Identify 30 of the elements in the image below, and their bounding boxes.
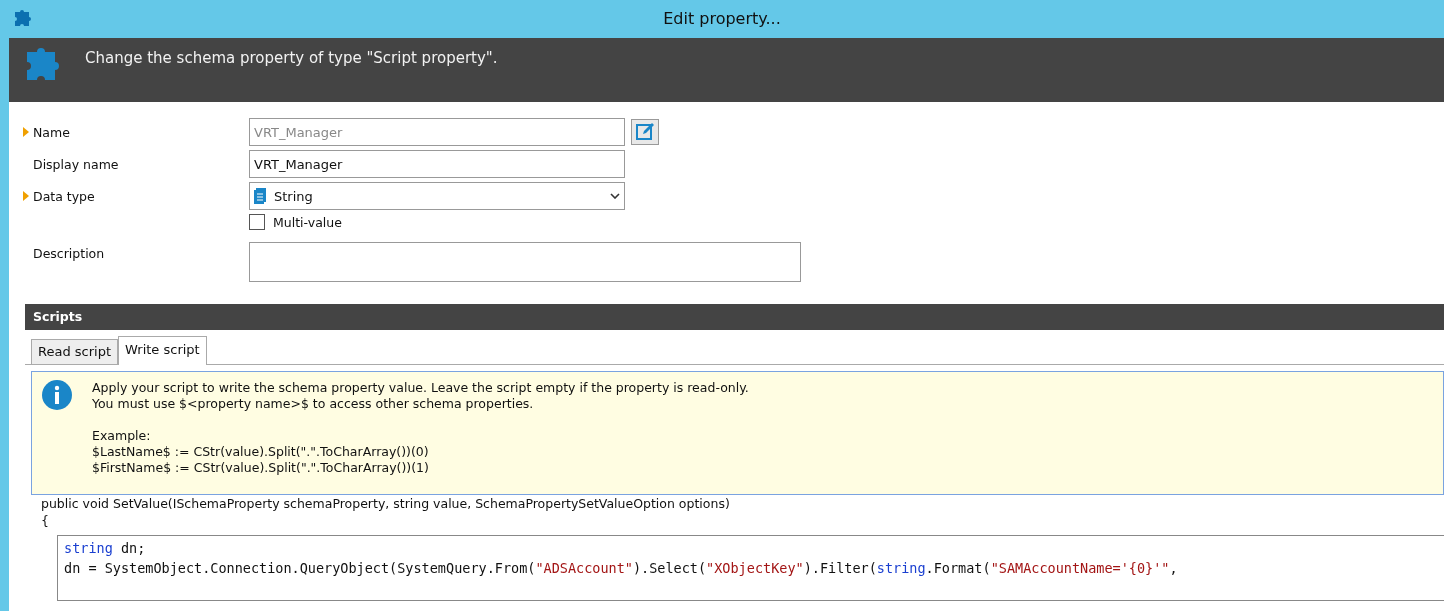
document-icon bbox=[254, 188, 266, 204]
info-text: Example: bbox=[92, 428, 152, 444]
data-type-dropdown[interactable]: String bbox=[249, 182, 625, 210]
info-text: $FirstName$ := CStr(value).Split(".".ToCharArray())(1) bbox=[92, 460, 430, 476]
code-line: dn = SystemObject.Connection.QueryObject(SystemQuery.From("ADSAccount").Select("XObjectKey").Filter(string.Format("SAMAccountName='{0}'", bbox=[64, 559, 1179, 578]
description-field[interactable] bbox=[249, 242, 801, 282]
code-signature: public void SetValue(ISchemaProperty schemaProperty, string value, SchemaPropertySetValueOption options) bbox=[40, 495, 731, 512]
code-line: string dn; bbox=[64, 539, 147, 558]
field-label: Data type bbox=[33, 188, 95, 204]
field-label: Description bbox=[33, 246, 105, 261]
code-brace: { bbox=[40, 512, 50, 529]
code-editor[interactable]: string dn; dn = SystemObject.Connection.QueryObject(SystemQuery.From("ADSAccount").Select("XObjectKey").Filter(string.Format("SAMAccountName='{0}'", bbox=[57, 535, 1444, 601]
header-text: Change the schema property of type "Script property". bbox=[85, 49, 498, 67]
edit-icon bbox=[635, 122, 655, 142]
info-text: You must use $<property name>$ to access other schema properties. bbox=[92, 396, 535, 412]
tab[interactable]: Read script bbox=[31, 339, 119, 364]
puzzle-icon bbox=[12, 9, 32, 29]
window-title: Edit property... bbox=[663, 9, 781, 28]
checkbox[interactable] bbox=[249, 214, 265, 230]
chevron-down-icon bbox=[610, 193, 620, 199]
text-field[interactable]: VRT_Manager bbox=[249, 150, 625, 178]
tab[interactable]: Write script bbox=[118, 336, 207, 365]
field-label: Name bbox=[33, 124, 70, 140]
multi-value-checkbox[interactable]: Multi-value bbox=[249, 214, 342, 230]
info-text: $LastName$ := CStr(value).Split(".".ToCharArray())(0) bbox=[92, 444, 430, 460]
checkbox-label: Multi-value bbox=[273, 214, 342, 230]
info-text: Apply your script to write the schema property value. Leave the script empty if the property is read-only. bbox=[92, 380, 749, 396]
section-header: Scripts bbox=[25, 304, 1444, 330]
field-label: Display name bbox=[33, 156, 119, 172]
info-icon bbox=[42, 380, 72, 410]
